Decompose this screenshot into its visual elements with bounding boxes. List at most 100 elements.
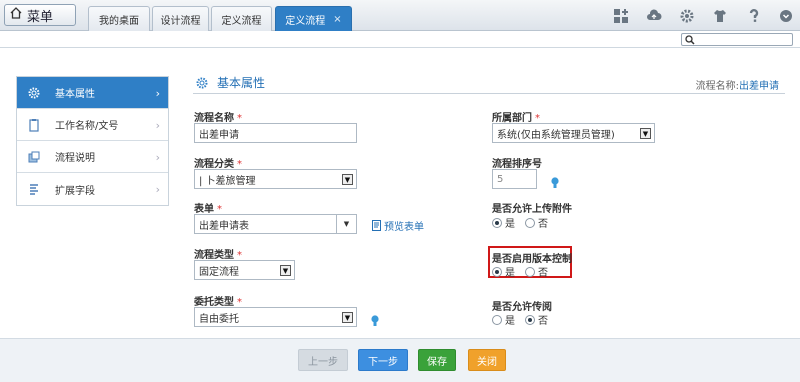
- clipboard-icon: [27, 118, 41, 132]
- radio-on-icon[interactable]: [492, 266, 502, 277]
- flow-name-input[interactable]: 出差申请: [194, 123, 357, 143]
- department-label: 所属部门 *: [492, 113, 540, 124]
- help-icon[interactable]: [744, 6, 764, 26]
- hint-bulb-icon[interactable]: [371, 315, 379, 327]
- dropdown-arrow-icon: ▼: [640, 128, 651, 139]
- department-select[interactable]: 系统(仅由系统管理员管理) ▼: [492, 123, 655, 143]
- radio-label: 是: [505, 316, 515, 327]
- sidebar-item-description[interactable]: 流程说明 ›: [17, 141, 168, 173]
- radio-off-icon[interactable]: [525, 217, 535, 228]
- save-button[interactable]: 保存: [418, 349, 456, 371]
- sidebar-item-label: 工作名称/文号: [55, 121, 119, 132]
- flow-category-label: 流程分类 *: [194, 159, 242, 170]
- radio-label: 否: [538, 316, 548, 327]
- flow-name-caption: 流程名称:出差申请: [696, 77, 779, 92]
- flow-type-select[interactable]: 固定流程 ▼: [194, 260, 295, 280]
- form-label: 表单 *: [194, 204, 222, 215]
- flow-category-select[interactable]: | 卜差旅管理 ▼: [194, 169, 357, 189]
- tab-define-flow-active[interactable]: 定义流程 ×: [275, 6, 352, 32]
- radio-label: 否: [538, 268, 548, 279]
- tab-label: 定义流程: [285, 16, 326, 27]
- version-ctrl-yes[interactable]: 是: [492, 264, 515, 279]
- sidebar-item-basic[interactable]: 基本属性 ›: [17, 77, 168, 109]
- list-icon: [27, 182, 41, 196]
- search-icon: [685, 35, 695, 45]
- skin-shirt-icon[interactable]: [710, 6, 730, 26]
- radio-label: 否: [538, 219, 548, 230]
- sort-no-label: 流程排序号: [492, 159, 542, 170]
- panel-title: 基本属性: [217, 76, 266, 90]
- delegate-type-value: 自由委托: [199, 313, 239, 325]
- tab-label: 我的桌面: [99, 15, 139, 27]
- sidebar-item-work-name[interactable]: 工作名称/文号 ›: [17, 109, 168, 141]
- flow-name-label: 流程名称 *: [194, 113, 242, 124]
- allow-attach-yes[interactable]: 是: [492, 215, 515, 230]
- radio-off-icon[interactable]: [492, 314, 502, 325]
- radio-label: 是: [505, 219, 515, 230]
- menu-button[interactable]: 菜单: [4, 4, 76, 26]
- dropdown-arrow-icon: ▼: [336, 215, 356, 233]
- allow-attach-no[interactable]: 否: [525, 215, 548, 230]
- flow-name-caption-value: 出差申请: [739, 81, 779, 92]
- add-widget-icon[interactable]: [611, 6, 631, 26]
- menu-label: 菜单: [27, 9, 54, 25]
- top-toolbar: 菜单 我的桌面 设计流程 定义流程 定义流程 ×: [0, 0, 800, 32]
- dropdown-arrow-icon: ▼: [280, 265, 291, 276]
- department-value: 系统(仅由系统管理员管理): [497, 129, 615, 141]
- preview-form-link[interactable]: 预览表单: [372, 218, 424, 233]
- sidebar: 基本属性 › 工作名称/文号 › 流程说明 › 扩展字段 ›: [16, 76, 169, 206]
- delegate-type-label: 委托类型 *: [194, 297, 242, 308]
- next-step-button[interactable]: 下一步: [358, 349, 408, 371]
- search-input[interactable]: [681, 33, 793, 46]
- version-ctrl-no[interactable]: 否: [525, 264, 548, 279]
- chevron-right-icon: ›: [155, 183, 160, 196]
- settings-icon[interactable]: [677, 6, 697, 26]
- chevron-right-icon: ›: [155, 119, 160, 132]
- allow-attach-label: 是否允许上传附件: [492, 204, 572, 215]
- allow-read-radio-group: 是 否: [492, 312, 558, 327]
- flow-type-value: 固定流程: [199, 266, 239, 278]
- close-button[interactable]: 关闭: [468, 349, 506, 371]
- chevron-right-icon: ›: [155, 151, 160, 164]
- logout-icon[interactable]: [776, 6, 796, 26]
- form-preview-icon: [372, 220, 381, 231]
- radio-off-icon[interactable]: [525, 266, 535, 277]
- allow-read-yes[interactable]: 是: [492, 312, 515, 327]
- hint-bulb-icon[interactable]: [551, 177, 559, 189]
- delegate-type-select[interactable]: 自由委托 ▼: [194, 307, 357, 327]
- form-select[interactable]: 出差申请表 ▼: [194, 214, 357, 234]
- gear-icon: [195, 76, 209, 90]
- cloud-upload-icon[interactable]: [644, 6, 664, 26]
- tab-design-flow[interactable]: 设计流程: [152, 6, 209, 31]
- allow-attach-radio-group: 是 否: [492, 215, 558, 230]
- radio-label: 是: [505, 268, 515, 279]
- tab-define-flow[interactable]: 定义流程: [211, 6, 272, 31]
- gear-icon: [27, 86, 41, 100]
- allow-read-label: 是否允许传阅: [492, 302, 552, 313]
- chevron-right-icon: ›: [155, 87, 160, 100]
- allow-read-no[interactable]: 否: [525, 312, 548, 327]
- sidebar-item-label: 基本属性: [55, 89, 95, 100]
- sort-no-input[interactable]: 5: [492, 169, 537, 189]
- dropdown-arrow-icon: ▼: [342, 174, 353, 185]
- sidebar-item-extend-fields[interactable]: 扩展字段 ›: [17, 173, 168, 205]
- panel-header: 基本属性 流程名称:出差申请: [193, 72, 785, 94]
- preview-form-label: 预览表单: [384, 222, 424, 233]
- prev-step-button[interactable]: 上一步: [298, 349, 348, 371]
- tab-label: 定义流程: [221, 15, 262, 27]
- version-ctrl-radio-group: 是 否: [492, 264, 558, 279]
- close-tab-icon[interactable]: ×: [333, 14, 341, 25]
- dropdown-arrow-icon: ▼: [342, 312, 353, 323]
- home-icon: [9, 6, 23, 24]
- sidebar-item-label: 扩展字段: [55, 185, 95, 197]
- sidebar-item-label: 流程说明: [55, 153, 95, 164]
- radio-on-icon[interactable]: [492, 217, 502, 228]
- tab-label: 设计流程: [160, 15, 201, 27]
- version-ctrl-label: 是否启用版本控制: [492, 254, 572, 265]
- flow-name-caption-label: 流程名称:: [695, 81, 739, 92]
- search-bar: [0, 31, 800, 48]
- flow-category-value: | 卜差旅管理: [199, 175, 256, 187]
- tab-my-desktop[interactable]: 我的桌面: [88, 6, 150, 31]
- form-value: 出差申请表: [199, 220, 249, 232]
- radio-on-icon[interactable]: [525, 314, 535, 325]
